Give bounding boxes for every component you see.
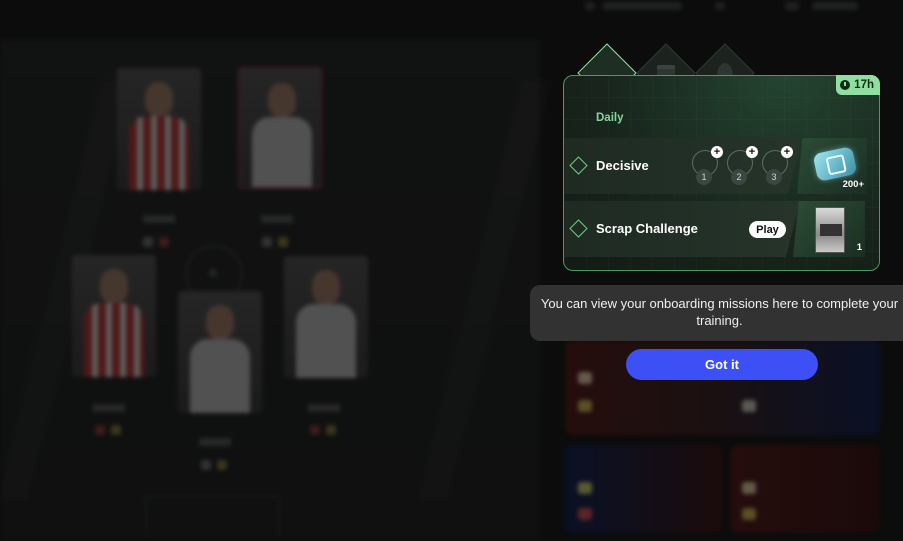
clock-icon [840, 80, 851, 90]
mission-row-scrap-challenge[interactable]: Scrap Challenge Play [564, 201, 800, 257]
onboarding-tooltip: You can view your onboarding missions he… [530, 285, 903, 341]
plus-icon: + [746, 146, 758, 158]
mission-title: Scrap Challenge [596, 221, 698, 236]
step-number: 3 [766, 169, 782, 185]
missions-panel: 17h Daily Decisive + 1 + 2 + 3 200+ Scra… [563, 75, 880, 271]
mission-step[interactable]: + 2 [727, 146, 758, 185]
diamond-icon [569, 219, 588, 238]
reward-coins[interactable]: 200+ [797, 138, 867, 194]
pack-icon [815, 207, 845, 253]
mission-row-decisive[interactable]: Decisive + 1 + 2 + 3 [564, 138, 802, 194]
reward-count: 1 [856, 242, 862, 253]
mission-step[interactable]: + 1 [692, 146, 723, 185]
timer-text: 17h [854, 79, 874, 91]
section-label: Daily [596, 112, 624, 124]
coins-icon [812, 146, 858, 182]
plus-icon: + [781, 146, 793, 158]
mission-step[interactable]: + 3 [762, 146, 793, 185]
got-it-button[interactable]: Got it [626, 349, 818, 380]
reward-pack[interactable]: 1 [793, 201, 865, 257]
mission-title: Decisive [596, 158, 649, 173]
diamond-icon [569, 156, 588, 175]
play-button[interactable]: Play [749, 221, 786, 238]
plus-icon: + [711, 146, 723, 158]
timer-badge: 17h [836, 75, 880, 95]
reward-count: 200+ [842, 179, 864, 190]
step-number: 1 [696, 169, 712, 185]
step-number: 2 [731, 169, 747, 185]
